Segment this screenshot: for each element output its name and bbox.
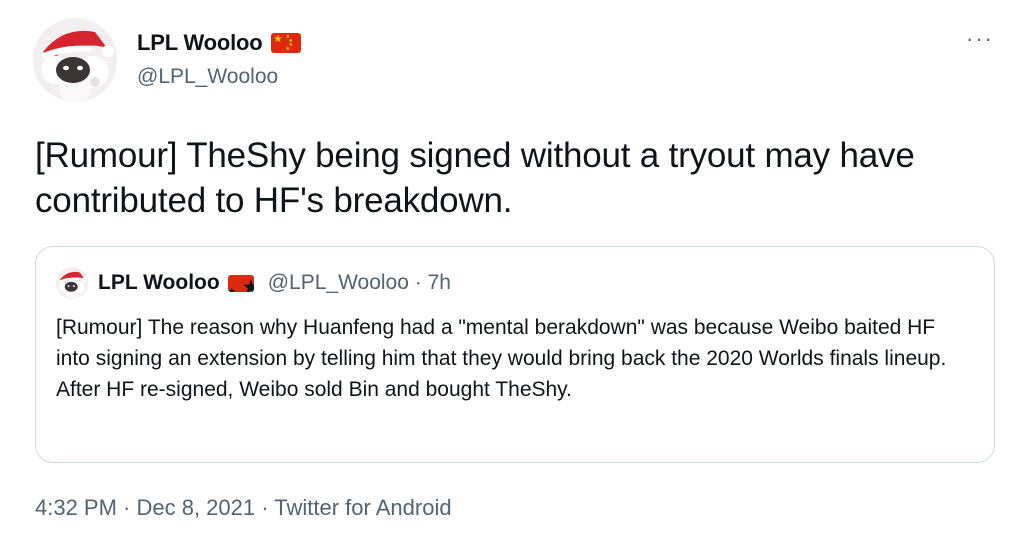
quoted-tweet-text: [Rumour] The reason why Huanfeng had a "… xyxy=(56,316,947,401)
more-options-icon[interactable]: ··· xyxy=(966,28,994,50)
wooloo-avatar-icon xyxy=(56,267,88,299)
quoted-author-handle[interactable]: @LPL_Wooloo · 7h xyxy=(268,271,451,295)
quoted-tweet[interactable]: LPL Wooloo ★ ★ ★ ★ ★ @LPL_Wooloo · 7h [R… xyxy=(35,246,995,463)
author-handle[interactable]: @LPL_Wooloo xyxy=(137,65,278,89)
author-name-text: LPL Wooloo xyxy=(137,30,263,55)
wooloo-avatar-icon xyxy=(33,18,117,102)
china-flag-icon: ★ ★ ★ ★ ★ xyxy=(227,274,254,292)
author-avatar[interactable] xyxy=(33,18,117,102)
quoted-header: LPL Wooloo ★ ★ ★ ★ ★ @LPL_Wooloo · 7h xyxy=(98,271,451,295)
quoted-author-name[interactable]: LPL Wooloo xyxy=(98,271,220,295)
china-flag-icon: ★ ★ ★ ★ ★ xyxy=(270,33,301,53)
tweet-card: LPL Wooloo ★ ★ ★ ★ ★ @LPL_Wooloo ··· [Ru… xyxy=(0,0,1024,547)
tweet-text: [Rumour] TheShy being signed without a t… xyxy=(35,136,915,220)
author-name[interactable]: LPL Wooloo ★ ★ ★ ★ ★ xyxy=(137,30,301,56)
quoted-author-avatar[interactable] xyxy=(56,267,88,299)
tweet-timestamp[interactable]: 4:32 PM · Dec 8, 2021 · Twitter for Andr… xyxy=(35,495,452,521)
